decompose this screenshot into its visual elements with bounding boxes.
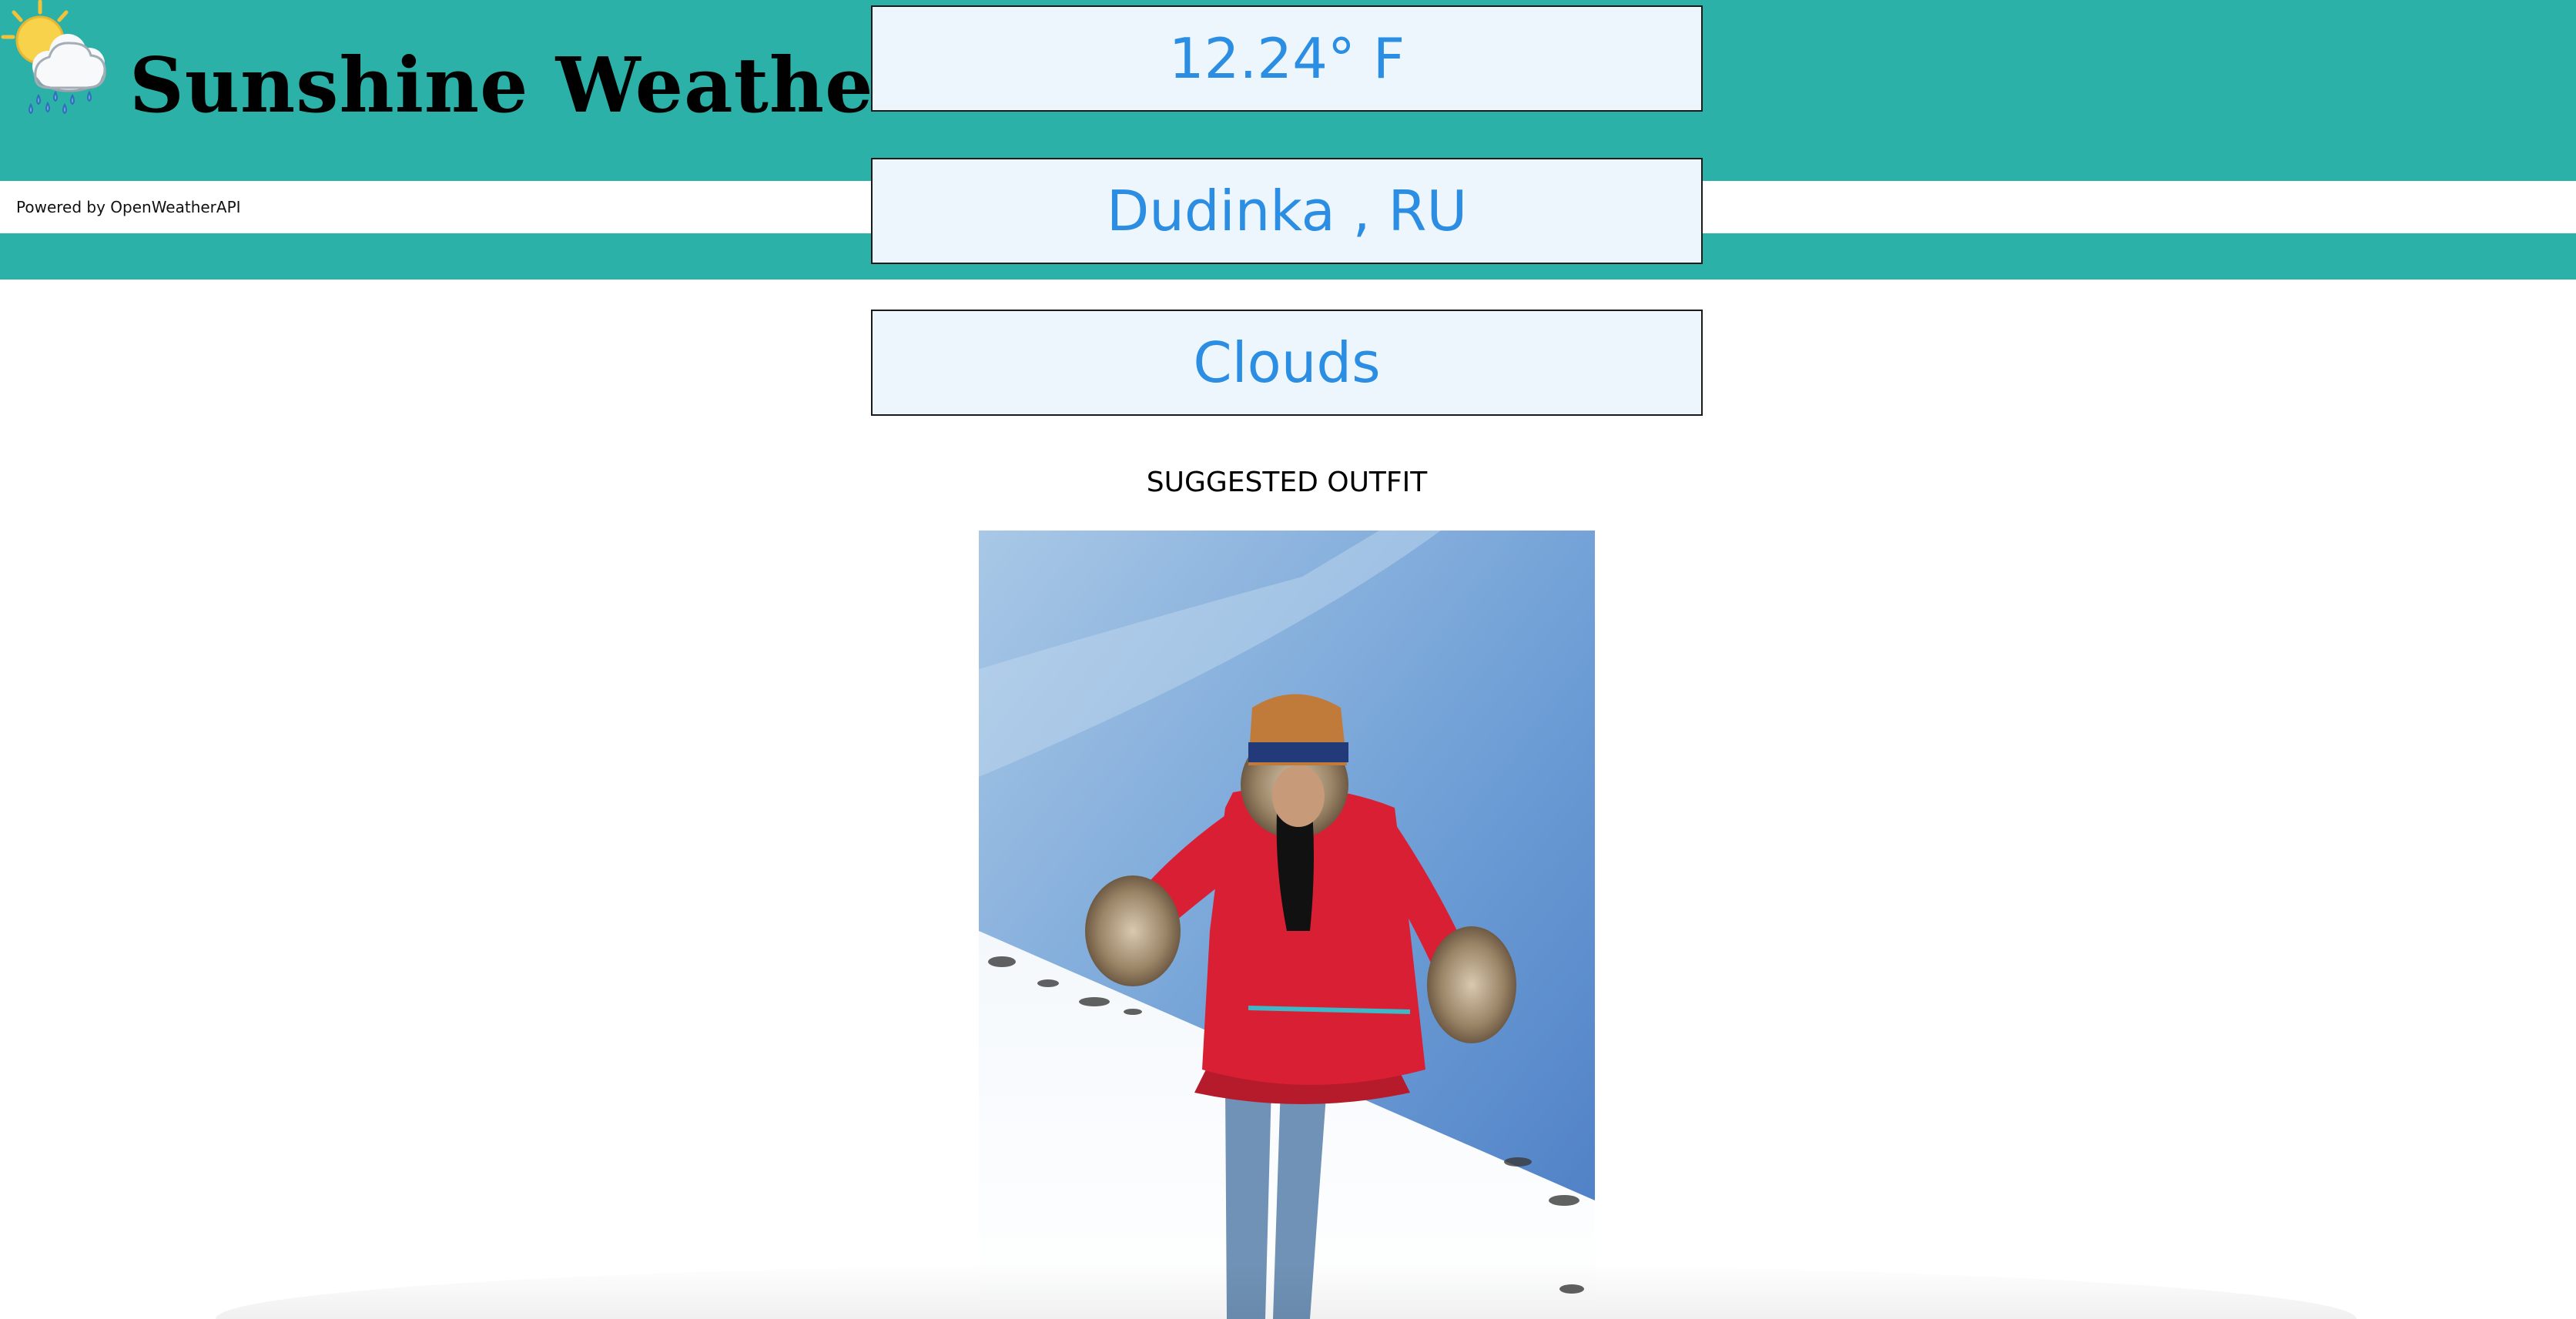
outfit-photo [979, 531, 1595, 1319]
powered-by-text: Powered by OpenWeatherAPI [16, 198, 241, 216]
app-title: Sunshine Weather [129, 42, 915, 130]
temperature-box: 12.24° F [871, 5, 1703, 112]
location-box: Dudinka , RU [871, 158, 1703, 264]
condition-value: Clouds [1193, 330, 1381, 395]
condition-box: Clouds [871, 310, 1703, 416]
suggested-outfit-heading: SUGGESTED OUTFIT [1146, 467, 1428, 498]
sun-cloud-rain-icon [1, 0, 106, 115]
location-value: Dudinka , RU [1106, 179, 1468, 243]
temperature-value: 12.24° F [1168, 26, 1405, 91]
